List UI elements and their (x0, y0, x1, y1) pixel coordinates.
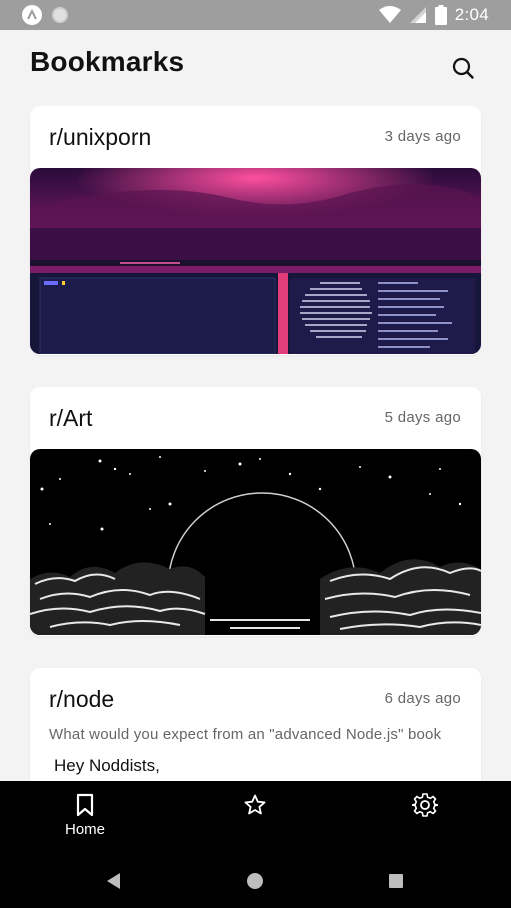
back-icon (107, 872, 120, 889)
recents-button[interactable] (366, 853, 426, 908)
nav-settings[interactable] (365, 781, 485, 853)
system-nav (0, 853, 511, 908)
search-icon (452, 57, 474, 79)
status-time: 2:04 (454, 5, 489, 24)
nav-home[interactable]: Home (25, 781, 145, 853)
card-post-title[interactable]: What would you expect from an "advanced … (49, 726, 441, 743)
gear-icon (412, 793, 438, 817)
bookmarks-feed[interactable]: r/unixporn 3 days ago r/Art 5 days ago r… (0, 106, 511, 781)
card-subreddit[interactable]: r/node (49, 686, 114, 713)
circle-notification-icon (52, 7, 68, 23)
signal-icon (409, 7, 426, 23)
bookmark-card[interactable]: r/node 6 days ago What would you expect … (30, 668, 481, 781)
app-header: Bookmarks (0, 30, 511, 106)
bookmark-icon (76, 793, 94, 817)
card-time: 6 days ago (384, 690, 461, 707)
back-button[interactable] (84, 853, 144, 908)
page-title: Bookmarks (30, 46, 185, 77)
bookmark-card[interactable]: r/Art 5 days ago (30, 387, 481, 636)
card-subreddit[interactable]: r/unixporn (49, 124, 151, 151)
home-button[interactable] (225, 853, 285, 908)
home-icon (247, 872, 263, 889)
wifi-icon (378, 6, 401, 23)
star-icon (244, 794, 266, 815)
bottom-nav: Home (0, 781, 511, 853)
nav-home-label: Home (64, 821, 105, 838)
battery-icon (434, 5, 447, 25)
recents-icon (389, 873, 403, 888)
card-image[interactable] (30, 168, 481, 354)
card-post-body: Hey Noddists, (54, 756, 160, 775)
card-time: 3 days ago (384, 128, 461, 145)
search-button[interactable] (449, 54, 477, 82)
card-image[interactable] (30, 449, 481, 635)
card-time: 5 days ago (384, 409, 461, 426)
nav-favorites[interactable] (195, 781, 315, 853)
app-badge-icon (22, 5, 42, 25)
status-bar: 2:04 (0, 0, 511, 30)
bookmark-card[interactable]: r/unixporn 3 days ago (30, 106, 481, 355)
card-subreddit[interactable]: r/Art (49, 405, 92, 432)
